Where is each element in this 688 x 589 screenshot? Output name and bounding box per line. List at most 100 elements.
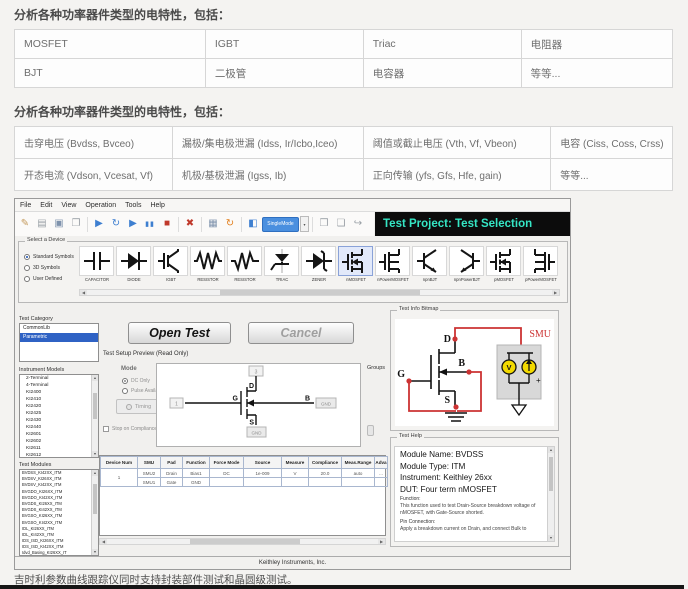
device-label: ZENER (301, 277, 337, 282)
help-pin-text: Apply a breakdown current on Drain, and … (400, 526, 543, 533)
delete-icon[interactable]: ✖ (182, 216, 198, 233)
table-cell: 等等... (521, 59, 672, 88)
save-icon[interactable]: ▣ (51, 216, 67, 233)
scrollbar-thumb[interactable] (93, 484, 97, 514)
pages-icon[interactable]: ❏ (333, 216, 349, 233)
model-item[interactable]: 2-Terminal (20, 375, 98, 382)
report-chart-icon[interactable]: ▦ (205, 216, 221, 233)
grid-header: Adva (375, 457, 388, 469)
edit-note-icon[interactable]: ✎ (17, 216, 33, 233)
device-tile-capacitor[interactable]: CAPACITOR (79, 246, 115, 282)
scroll-left-arrow-icon[interactable]: ◀ (80, 290, 87, 295)
radio-user-defined[interactable]: User Defined (24, 273, 74, 284)
refresh-icon[interactable]: ↻ (222, 216, 238, 233)
scroll-down-arrow-icon[interactable]: ▼ (92, 549, 98, 555)
radio-label: DC Only (131, 378, 150, 384)
toolbar-dropdown-button[interactable]: ▾ (300, 216, 309, 232)
grid-header: Meas.Range (342, 457, 375, 469)
modules-scrollbar[interactable]: ▲ ▼ (91, 470, 98, 555)
grid-header: SMU (138, 457, 161, 469)
scroll-right-arrow-icon[interactable]: ▶ (552, 290, 559, 295)
scroll-down-arrow-icon[interactable]: ▼ (548, 535, 554, 541)
scroll-down-arrow-icon[interactable]: ▼ (92, 451, 98, 457)
model-item[interactable]: KI2430 (20, 417, 98, 424)
print-icon[interactable]: ▤ (34, 216, 50, 233)
test-modules-list: BVDSS_KI42XX_ITM BVDSV_KI26XX_ITM BVDSV_… (19, 469, 99, 556)
device-tile-resistor[interactable]: RESISTOR (190, 246, 226, 282)
gnd-box-label: GND (321, 402, 332, 407)
scrollbar-thumb[interactable] (220, 290, 420, 295)
build-icon[interactable]: ❒ (316, 216, 332, 233)
device-tile-diode[interactable]: DIODE (116, 246, 152, 282)
menu-operation[interactable]: Operation (85, 202, 116, 209)
model-item[interactable]: 4-Terminal (20, 382, 98, 389)
timing-button[interactable]: Timing (116, 399, 161, 414)
model-item[interactable]: KI2410 (20, 396, 98, 403)
model-item[interactable]: KI2400 (20, 389, 98, 396)
model-item[interactable]: KI2602 (20, 438, 98, 445)
device-tile-npnpowerbjt[interactable]: npnPowerBJT (449, 246, 485, 282)
model-item[interactable]: KI2425 (20, 410, 98, 417)
scrollbar-thumb[interactable] (190, 539, 300, 544)
device-tile-resistor-2[interactable]: RESISTOR (227, 246, 263, 282)
grid-cell: SMU1 (138, 478, 161, 487)
model-item[interactable]: KI2440 (20, 424, 98, 431)
device-tile-zener[interactable]: ZENER (301, 246, 337, 282)
run-icon[interactable]: ▶ (91, 216, 107, 233)
device-tile-npowermosfet[interactable]: nPowerMOSFET (375, 246, 411, 282)
section2-heading: 分析各种功率器件类型的电特性，包括： (14, 103, 230, 120)
table-cell: 阈值或截止电压 (Vth, Vf, Vbeon) (363, 127, 551, 159)
radio-3d-symbols[interactable]: 3D Symbols (24, 262, 74, 273)
scroll-left-arrow-icon[interactable]: ◀ (100, 539, 107, 544)
device-symbol-strip: CAPACITOR DIODE IGBT RESISTOR RESISTOR (79, 246, 559, 282)
test-project-banner: Test Project: Test Selection (375, 212, 570, 236)
model-item[interactable]: KI2601 (20, 431, 98, 438)
node-box-label: 1 (175, 402, 178, 408)
device-tile-igbt[interactable]: IGBT (153, 246, 189, 282)
device-tile-triac[interactable]: TRIAC (264, 246, 300, 282)
rerun-icon[interactable]: ↻ (108, 216, 124, 233)
model-item[interactable]: KI2611 (20, 445, 98, 452)
groups-spinner[interactable] (367, 425, 374, 436)
pause-icon[interactable]: ▮▮ (142, 216, 158, 233)
device-strip-scrollbar[interactable]: ◀ ▶ (79, 289, 560, 296)
scroll-up-arrow-icon[interactable]: ▲ (92, 375, 98, 381)
scroll-right-arrow-icon[interactable]: ▶ (378, 539, 385, 544)
model-item[interactable]: KI2612 (20, 452, 98, 458)
scrollbar-thumb[interactable] (93, 393, 97, 419)
scrollbar-thumb[interactable] (549, 457, 553, 491)
radio-standard-symbols[interactable]: Standard Symbols (24, 251, 74, 262)
menu-edit[interactable]: Edit (40, 202, 52, 209)
step-icon[interactable]: ▶ (125, 216, 141, 233)
device-tile-pmosfet[interactable]: pMOSFET (486, 246, 522, 282)
open-test-button[interactable]: Open Test (128, 322, 231, 344)
menu-tools[interactable]: Tools (125, 202, 141, 209)
help-scrollbar[interactable]: ▲ ▼ (547, 447, 554, 541)
toolbar-separator (201, 217, 202, 232)
grid-header: Measure (282, 457, 309, 469)
scroll-up-arrow-icon[interactable]: ▲ (548, 447, 554, 453)
device-tile-nmosfet[interactable]: nMOSFET (338, 246, 374, 282)
panel-view-icon[interactable]: ◧ (245, 216, 261, 233)
device-tile-ppowermosfet[interactable]: pPowerMOSFET (523, 246, 559, 282)
stop-icon[interactable]: ■ (159, 216, 175, 233)
stop-on-compliance-checkbox[interactable]: Stop on Compliance (103, 426, 157, 432)
grid-scrollbar[interactable]: ◀ ▶ (99, 538, 386, 545)
menu-view[interactable]: View (61, 202, 76, 209)
device-label: nMOSFET (338, 277, 374, 282)
exit-icon[interactable]: ↪ (350, 216, 366, 233)
single-mode-button[interactable]: SingleMode (262, 217, 299, 232)
category-item[interactable]: CommonLib (20, 324, 98, 333)
scroll-up-arrow-icon[interactable]: ▲ (92, 470, 98, 476)
menu-help[interactable]: Help (150, 202, 164, 209)
device-label: RESISTOR (190, 277, 226, 282)
copy-icon[interactable]: ❐ (68, 216, 84, 233)
category-item-selected[interactable]: Parametric (20, 333, 98, 342)
model-item[interactable]: KI2420 (20, 403, 98, 410)
device-tile-npnbjt[interactable]: npnBJT (412, 246, 448, 282)
triac-icon (264, 246, 299, 276)
cancel-button[interactable]: Cancel (248, 322, 354, 344)
menu-file[interactable]: File (20, 202, 31, 209)
models-scrollbar[interactable]: ▲ ▼ (91, 375, 98, 457)
grid-header: Force Mode (210, 457, 244, 469)
